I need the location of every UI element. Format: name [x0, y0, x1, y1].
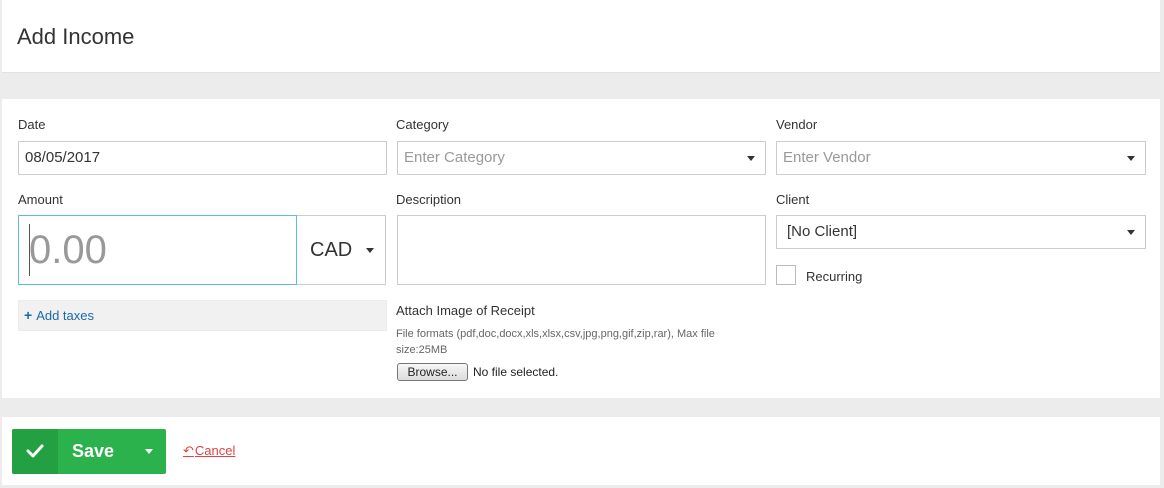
description-textarea[interactable]: [397, 215, 766, 285]
receipt-label: Attach Image of Receipt: [396, 303, 535, 318]
chevron-down-icon: [1127, 230, 1135, 235]
chevron-down-icon: [1127, 156, 1135, 161]
amount-placeholder: 0.00: [29, 228, 107, 272]
add-taxes-link[interactable]: + Add taxes: [18, 300, 387, 331]
description-label: Description: [396, 192, 462, 207]
footer-actions: Save ↶Cancel: [2, 417, 1160, 485]
save-options-dropdown[interactable]: [130, 429, 166, 474]
date-input[interactable]: 08/05/2017: [18, 141, 387, 175]
vendor-select[interactable]: Enter Vendor: [776, 141, 1146, 175]
currency-value: CAD: [310, 239, 353, 261]
undo-icon: ↶: [183, 443, 194, 458]
vendor-placeholder: Enter Vendor: [783, 149, 871, 166]
category-select[interactable]: Enter Category: [397, 141, 766, 175]
page-title: Add Income: [17, 24, 135, 49]
client-select[interactable]: [No Client]: [776, 215, 1146, 249]
date-value: 08/05/2017: [25, 149, 101, 166]
date-label: Date: [18, 117, 46, 132]
client-value: [No Client]: [787, 223, 858, 240]
add-taxes-label: Add taxes: [36, 308, 95, 323]
amount-label: Amount: [18, 192, 63, 207]
browse-button[interactable]: Browse...: [397, 363, 468, 381]
no-file-status: No file selected.: [473, 365, 559, 379]
income-form: Date 08/05/2017 Category Enter Category …: [2, 99, 1160, 398]
amount-input[interactable]: 0.00: [18, 215, 297, 285]
currency-select[interactable]: CAD: [297, 215, 386, 285]
save-button[interactable]: Save: [72, 429, 114, 474]
save-button-group: Save: [12, 429, 166, 474]
category-placeholder: Enter Category: [404, 149, 505, 166]
client-label: Client: [776, 192, 810, 207]
vendor-label: Vendor: [776, 117, 818, 132]
chevron-down-icon: [747, 156, 755, 161]
cancel-label: Cancel: [194, 443, 236, 458]
file-formats-hint: File formats (pdf,doc,docx,xls,xlsx,csv,…: [396, 328, 715, 356]
cancel-link[interactable]: ↶Cancel: [183, 443, 235, 459]
chevron-down-icon: [145, 449, 153, 454]
recurring-checkbox[interactable]: [776, 265, 796, 285]
text-cursor: [29, 224, 30, 276]
recurring-label: Recurring: [806, 269, 863, 284]
header-panel: Add Income: [2, 0, 1160, 73]
category-label: Category: [396, 117, 449, 132]
chevron-down-icon: [366, 248, 374, 253]
checkmark-icon: [12, 429, 58, 474]
plus-icon: +: [24, 307, 33, 323]
